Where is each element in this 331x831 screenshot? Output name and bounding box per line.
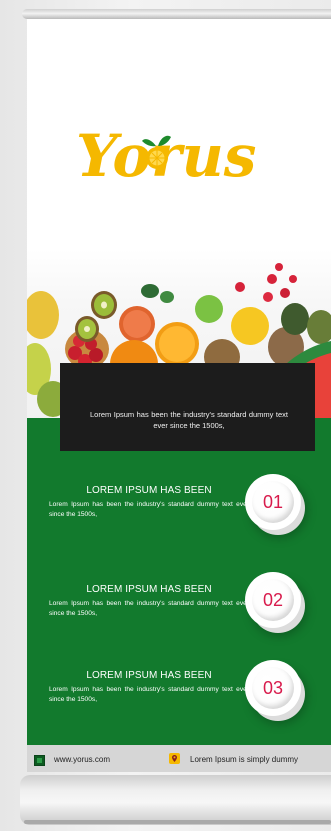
brand-logo-graphic: Yorus	[76, 122, 256, 190]
footer-website[interactable]: www.yorus.com	[54, 755, 110, 764]
feature-body: Lorem Ipsum has been the industry's stan…	[49, 600, 249, 617]
number-label: 01	[262, 491, 284, 512]
feature-heading: LOREM IPSUM HAS BEEN	[86, 485, 212, 496]
number-badge-2: 02	[245, 572, 301, 628]
location-pin-icon	[169, 753, 180, 764]
intro-box: Lorem Ipsum has been the industry's stan…	[60, 363, 315, 451]
feature-body: Lorem Ipsum has been the industry's stan…	[49, 686, 249, 703]
stand-base-shadow	[24, 820, 331, 824]
feature-item-3: LOREM IPSUM HAS BEEN Lorem Ipsum has bee…	[49, 670, 249, 704]
number-badge-1: 01	[245, 474, 301, 530]
intro-text: Lorem Ipsum has been the industry's stan…	[90, 410, 288, 430]
rollup-banner: Yorus	[27, 19, 331, 772]
number-label: 02	[262, 589, 284, 610]
footer-address: Lorem Ipsum is simply dummy	[190, 755, 299, 764]
feature-item-1: LOREM IPSUM HAS BEEN Lorem Ipsum has bee…	[49, 485, 249, 519]
brand-logo: Yorus	[27, 114, 331, 194]
stand-top-bar	[22, 9, 331, 19]
banner-footer: www.yorus.com Lorem Ipsum is simply dumm…	[27, 745, 331, 772]
number-badge-3: 03	[245, 660, 301, 716]
orange-slice-icon	[146, 147, 168, 169]
feature-heading: LOREM IPSUM HAS BEEN	[86, 670, 212, 681]
web-icon	[34, 755, 45, 766]
number-label: 03	[262, 677, 284, 698]
feature-body: Lorem Ipsum has been the industry's stan…	[49, 501, 249, 518]
stand-base	[20, 775, 331, 825]
feature-heading: LOREM IPSUM HAS BEEN	[86, 584, 212, 595]
feature-item-2: LOREM IPSUM HAS BEEN Lorem Ipsum has bee…	[49, 584, 249, 618]
